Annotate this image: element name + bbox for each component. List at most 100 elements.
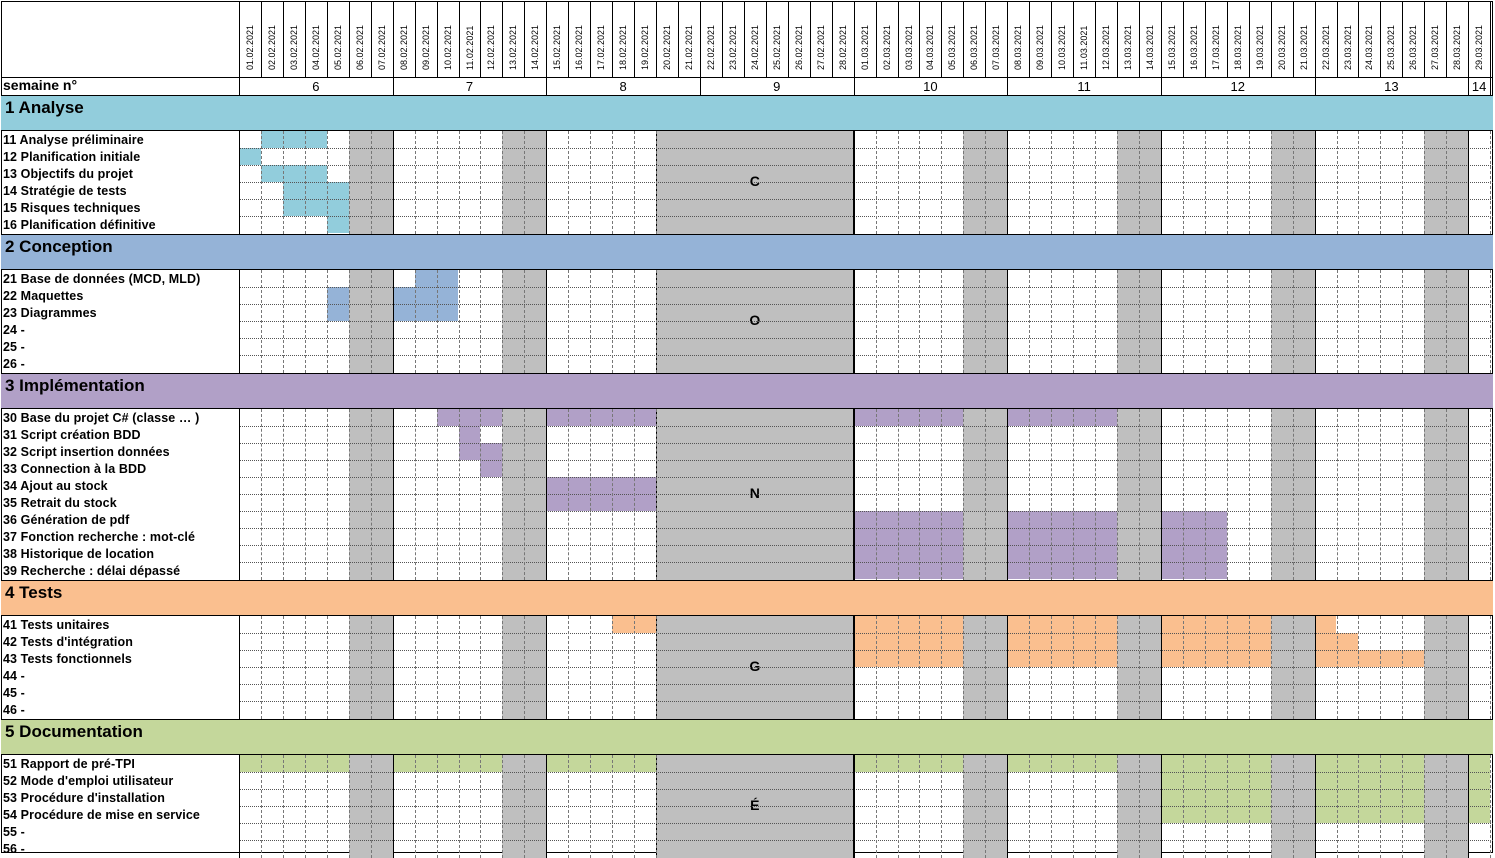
- grid-col-line: [348, 270, 350, 373]
- grid-col-line: [260, 270, 262, 373]
- grid-row-line: [239, 355, 1493, 356]
- grid-col-line: [897, 270, 899, 373]
- task-bar: [1314, 789, 1425, 806]
- header-col-line: [1204, 1, 1206, 78]
- header-col-line: [1138, 1, 1140, 78]
- header-col-line: [765, 1, 767, 78]
- grid-col-line: [1226, 131, 1228, 234]
- date-label: 12.03.2021: [1101, 24, 1112, 70]
- grid-col-line: [480, 616, 482, 719]
- date-label: 10.02.2021: [442, 24, 453, 70]
- task-label: 53 Procédure d'installation: [3, 791, 165, 805]
- date-label: 02.03.2021: [881, 24, 892, 70]
- grid-col-line: [239, 616, 240, 719]
- grid-col-line: [1446, 755, 1448, 858]
- grid-col-line: [414, 409, 416, 580]
- grid-col-line: [941, 131, 943, 234]
- grid-col-line: [1204, 755, 1206, 858]
- task-bar: [853, 409, 964, 426]
- grid-row-line: [239, 443, 1493, 444]
- week-row-label: semaine n°: [3, 77, 78, 93]
- task-bar: [1314, 616, 1337, 633]
- grid-col-line: [1248, 616, 1250, 719]
- grid-col-line: [897, 409, 899, 580]
- date-label: 10.03.2021: [1057, 24, 1068, 70]
- grid-col-line: [656, 755, 658, 858]
- task-label: 44 -: [3, 669, 25, 683]
- header-col-line: [678, 1, 679, 78]
- date-label: 05.03.2021: [947, 24, 958, 70]
- grid-col-line: [941, 616, 943, 719]
- grid-col-line: [1182, 131, 1184, 234]
- date-label: 07.03.2021: [991, 24, 1002, 70]
- grid-col-line: [1490, 755, 1492, 858]
- grid-col-line: [941, 409, 943, 580]
- header-col-line: [1182, 1, 1184, 78]
- grid-row-line: [239, 304, 1493, 305]
- grid-col-line: [919, 755, 921, 858]
- task-label: 55 -: [3, 825, 25, 839]
- grid-col-line: [853, 270, 855, 373]
- task-bar: [853, 511, 964, 528]
- vacation-letter: C: [749, 172, 760, 189]
- grid-col-line: [458, 131, 460, 234]
- task-label: 35 Retrait du stock: [3, 496, 117, 510]
- grid-col-line: [612, 409, 614, 580]
- grid-col-line: [1336, 270, 1338, 373]
- date-label: 18.03.2021: [1232, 24, 1243, 70]
- grid-col-line: [853, 755, 855, 858]
- header-col-line: [853, 1, 855, 78]
- header-col-line: [524, 1, 526, 78]
- grid-col-line: [1226, 270, 1228, 373]
- grid-row-line: [239, 650, 1493, 651]
- task-label: 14 Stratégie de tests: [3, 184, 127, 198]
- grid-col-line: [1051, 616, 1053, 719]
- grid-row-line: [239, 633, 1493, 634]
- task-bar: [392, 755, 503, 772]
- grid-col-line: [1402, 616, 1404, 719]
- task-label: 22 Maquettes: [3, 289, 84, 303]
- header-col-line: [1029, 1, 1031, 78]
- grid-col-line: [919, 616, 921, 719]
- section-title: 5 Documentation: [5, 722, 143, 741]
- grid-col-line: [897, 755, 899, 858]
- grid-col-line: [524, 616, 526, 719]
- grid-row-line: [239, 840, 1493, 841]
- grid-row-line: [239, 426, 1493, 427]
- header-col-line: [1160, 1, 1162, 78]
- header-col-line: [1226, 1, 1228, 78]
- grid-col-line: [897, 616, 899, 719]
- grid-col-line: [392, 616, 394, 719]
- grid-col-line: [985, 755, 987, 858]
- grid-col-line: [875, 270, 877, 373]
- task-bar: [282, 182, 349, 199]
- grid-col-line: [239, 755, 240, 858]
- header-col-line: [1270, 1, 1272, 78]
- grid-col-line: [1380, 131, 1382, 234]
- grid-row-line: [239, 701, 1493, 702]
- task-bar: [1468, 789, 1491, 806]
- header-col-line: [304, 1, 306, 78]
- task-bar: [392, 287, 459, 304]
- grid-col-line: [1292, 131, 1294, 234]
- grid-col-line: [1095, 270, 1097, 373]
- grid-col-line: [502, 409, 504, 580]
- grid-col-line: [1117, 755, 1118, 858]
- grid-col-line: [436, 409, 438, 580]
- grid-col-line: [524, 409, 526, 580]
- task-bar: [1160, 616, 1271, 633]
- header-col-line: [546, 1, 548, 78]
- grid-col-line: [1314, 616, 1316, 719]
- date-label: 04.03.2021: [925, 24, 936, 70]
- grid-col-line: [590, 131, 592, 234]
- task-bar: [1314, 755, 1425, 772]
- grid-col-line: [1029, 131, 1031, 234]
- vacation-letter: É: [750, 796, 760, 813]
- header-col-line: [656, 1, 658, 78]
- section-header-documentation: [1, 719, 1493, 755]
- grid-col-line: [414, 616, 416, 719]
- task-label: 51 Rapport de pré-TPI: [3, 757, 135, 771]
- grid-col-line: [282, 270, 284, 373]
- date-label: 01.03.2021: [859, 24, 870, 70]
- grid-col-line: [436, 616, 438, 719]
